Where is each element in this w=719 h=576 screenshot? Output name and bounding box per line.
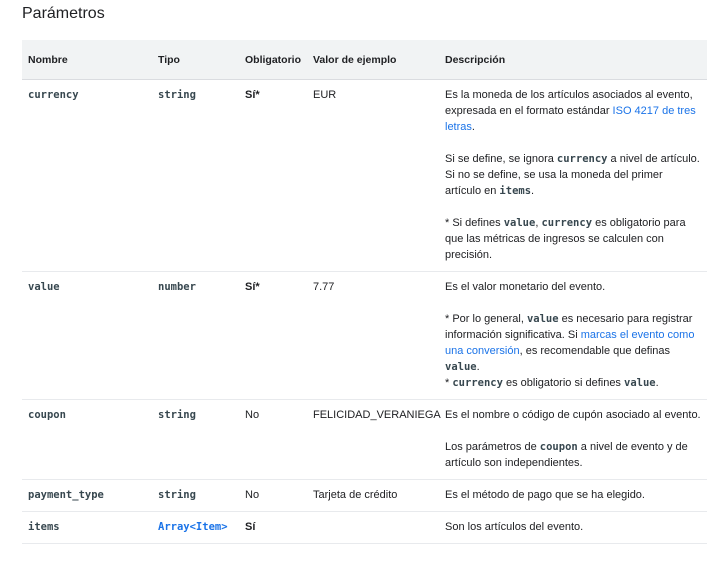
param-example: 7.77: [313, 281, 335, 293]
param-required: No: [245, 489, 260, 501]
header-example: Valor de ejemplo: [307, 40, 439, 80]
param-type: string: [158, 89, 196, 101]
param-description: Es la moneda de los artículos asociados …: [439, 79, 707, 272]
header-required: Obligatorio: [239, 40, 307, 80]
param-name: items: [28, 521, 60, 533]
param-required: Sí*: [245, 281, 260, 293]
param-required: Sí*: [245, 89, 260, 101]
param-name: coupon: [28, 409, 66, 421]
param-name: currency: [28, 89, 79, 101]
table-row: value number Sí* 7.77 Es el valor moneta…: [22, 271, 707, 400]
param-type: string: [158, 489, 196, 501]
table-header-row: Nombre Tipo Obligatorio Valor de ejemplo…: [22, 40, 707, 80]
param-example: EUR: [313, 89, 337, 101]
table-row: payment_type string No Tarjeta de crédit…: [22, 479, 707, 512]
table-row: currency string Sí* EUR Es la moneda de …: [22, 79, 707, 272]
param-description: Son los artículos del evento.: [439, 511, 707, 544]
param-name: payment_type: [28, 489, 104, 501]
header-name: Nombre: [22, 40, 152, 80]
header-description: Descripción: [439, 40, 707, 80]
param-required: No: [245, 409, 260, 421]
header-type: Tipo: [152, 40, 239, 80]
param-name: value: [28, 281, 60, 293]
table-row: items Array<Item> Sí Son los artículos d…: [22, 511, 707, 544]
table-row: coupon string No FELICIDAD_VERANIEGA Es …: [22, 399, 707, 480]
param-example: FELICIDAD_VERANIEGA: [313, 409, 441, 421]
param-description: Es el valor monetario del evento. * Por …: [439, 271, 707, 400]
param-example: Tarjeta de crédito: [313, 489, 398, 501]
param-required: Sí: [245, 521, 256, 533]
param-description: Es el nombre o código de cupón asociado …: [439, 399, 707, 480]
page-title: Parámetros: [22, 5, 105, 22]
param-type: number: [158, 281, 196, 293]
param-type: string: [158, 409, 196, 421]
param-description: Es el método de pago que se ha elegido.: [439, 479, 707, 512]
item-type-link[interactable]: Array<Item>: [158, 521, 228, 533]
parameters-table: Nombre Tipo Obligatorio Valor de ejemplo…: [22, 40, 707, 544]
